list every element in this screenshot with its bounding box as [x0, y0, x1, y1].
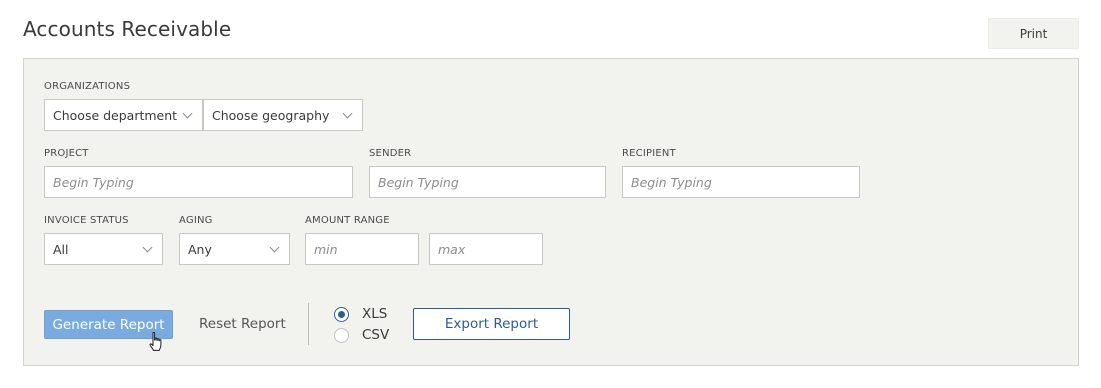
recipient-label: RECIPIENT	[622, 148, 676, 159]
invoice-status-value: All	[53, 241, 69, 257]
format-label-xls: XLS	[362, 306, 388, 322]
radio-csv[interactable]	[334, 327, 349, 343]
chevron-down-icon	[269, 242, 280, 253]
invoice-status-select[interactable]: All	[44, 233, 163, 265]
organizations-label: ORGANIZATIONS	[44, 81, 131, 92]
aging-value: Any	[188, 241, 212, 257]
chevron-down-icon	[142, 242, 153, 253]
department-select[interactable]: Choose department	[44, 99, 203, 131]
sender-input[interactable]	[369, 166, 606, 198]
project-input[interactable]	[44, 166, 353, 198]
print-button[interactable]: Print	[988, 18, 1079, 49]
amount-range-label: AMOUNT RANGE	[305, 215, 390, 226]
chevron-down-icon	[342, 108, 353, 119]
format-option-xls[interactable]: XLS	[334, 306, 387, 322]
sender-label: SENDER	[369, 148, 412, 159]
geography-select[interactable]: Choose geography	[203, 99, 363, 131]
department-select-value: Choose department	[53, 107, 178, 123]
format-option-csv[interactable]: CSV	[334, 327, 389, 343]
geography-select-value: Choose geography	[212, 107, 330, 123]
project-label: PROJECT	[44, 148, 89, 159]
export-report-button[interactable]: Export Report	[413, 308, 570, 340]
action-divider	[308, 303, 309, 345]
radio-xls[interactable]	[334, 306, 349, 322]
chevron-down-icon	[182, 108, 193, 119]
reset-report-button[interactable]: Reset Report	[199, 316, 286, 332]
amount-min-input[interactable]	[305, 233, 419, 265]
format-label-csv: CSV	[362, 327, 390, 343]
recipient-input[interactable]	[622, 166, 860, 198]
page-title: Accounts Receivable	[23, 17, 232, 41]
hand-pointer-icon	[149, 332, 162, 351]
amount-max-input[interactable]	[429, 233, 543, 265]
aging-select[interactable]: Any	[179, 233, 290, 265]
invoice-status-label: INVOICE STATUS	[44, 215, 129, 226]
aging-label: AGING	[179, 215, 213, 226]
